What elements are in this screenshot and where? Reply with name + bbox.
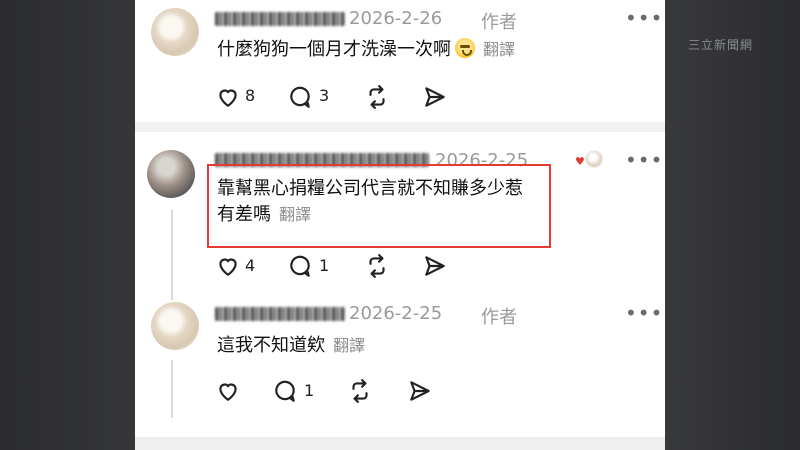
comment-body: 什麼狗狗一個月才洗澡一次啊	[217, 39, 451, 60]
username-blurred[interactable]	[215, 12, 345, 26]
send-icon[interactable]	[407, 378, 433, 404]
send-icon[interactable]	[422, 84, 448, 110]
avatar[interactable]	[151, 302, 199, 350]
watermark-logo: 三立新聞網	[688, 38, 754, 52]
right-blur-panel	[665, 0, 800, 450]
reply-count: 1	[319, 256, 330, 275]
comment-body: 這我不知道欸	[217, 335, 325, 356]
like-count: 4	[245, 256, 256, 275]
comment-icon[interactable]	[287, 253, 313, 279]
section-divider	[135, 122, 665, 132]
like-count: 8	[245, 86, 256, 105]
author-badge: 作者	[481, 12, 517, 33]
author-avatar-mini	[585, 150, 603, 168]
bottom-divider	[135, 437, 665, 450]
liked-by-author-heart-icon: ♥	[575, 155, 585, 168]
scared-face-emoji-icon	[455, 38, 475, 58]
author-badge: 作者	[481, 307, 517, 328]
translate-link[interactable]: 翻譯	[483, 40, 515, 59]
heart-icon[interactable]	[215, 253, 241, 279]
thread-line	[171, 210, 173, 300]
thread-line	[171, 360, 173, 418]
left-blur-panel	[0, 0, 135, 450]
more-icon[interactable]: •••	[625, 148, 663, 172]
avatar[interactable]	[151, 8, 199, 56]
repost-icon[interactable]	[364, 253, 390, 279]
heart-icon[interactable]	[215, 84, 241, 110]
comment-thread: 2026-2-26 作者 ••• 什麼狗狗一個月才洗澡一次啊 翻譯 8 3 202…	[135, 0, 665, 450]
username-blurred[interactable]	[215, 307, 345, 321]
repost-icon[interactable]	[347, 378, 373, 404]
comment-date: 2026-2-26	[349, 8, 443, 29]
reply-count: 1	[304, 381, 315, 400]
reply-count: 3	[319, 86, 330, 105]
avatar[interactable]	[147, 150, 195, 198]
more-icon[interactable]: •••	[625, 301, 663, 325]
comment-text: 什麼狗狗一個月才洗澡一次啊 翻譯	[217, 37, 547, 63]
repost-icon[interactable]	[364, 84, 390, 110]
highlight-box	[207, 164, 551, 248]
comment-icon[interactable]	[287, 84, 313, 110]
send-icon[interactable]	[422, 253, 448, 279]
comment-date: 2026-2-25	[349, 303, 443, 324]
translate-link[interactable]: 翻譯	[333, 336, 365, 355]
heart-icon[interactable]	[215, 378, 241, 404]
comment-icon[interactable]	[272, 378, 298, 404]
comment-text: 這我不知道欸 翻譯	[217, 333, 547, 359]
more-icon[interactable]: •••	[625, 6, 663, 30]
